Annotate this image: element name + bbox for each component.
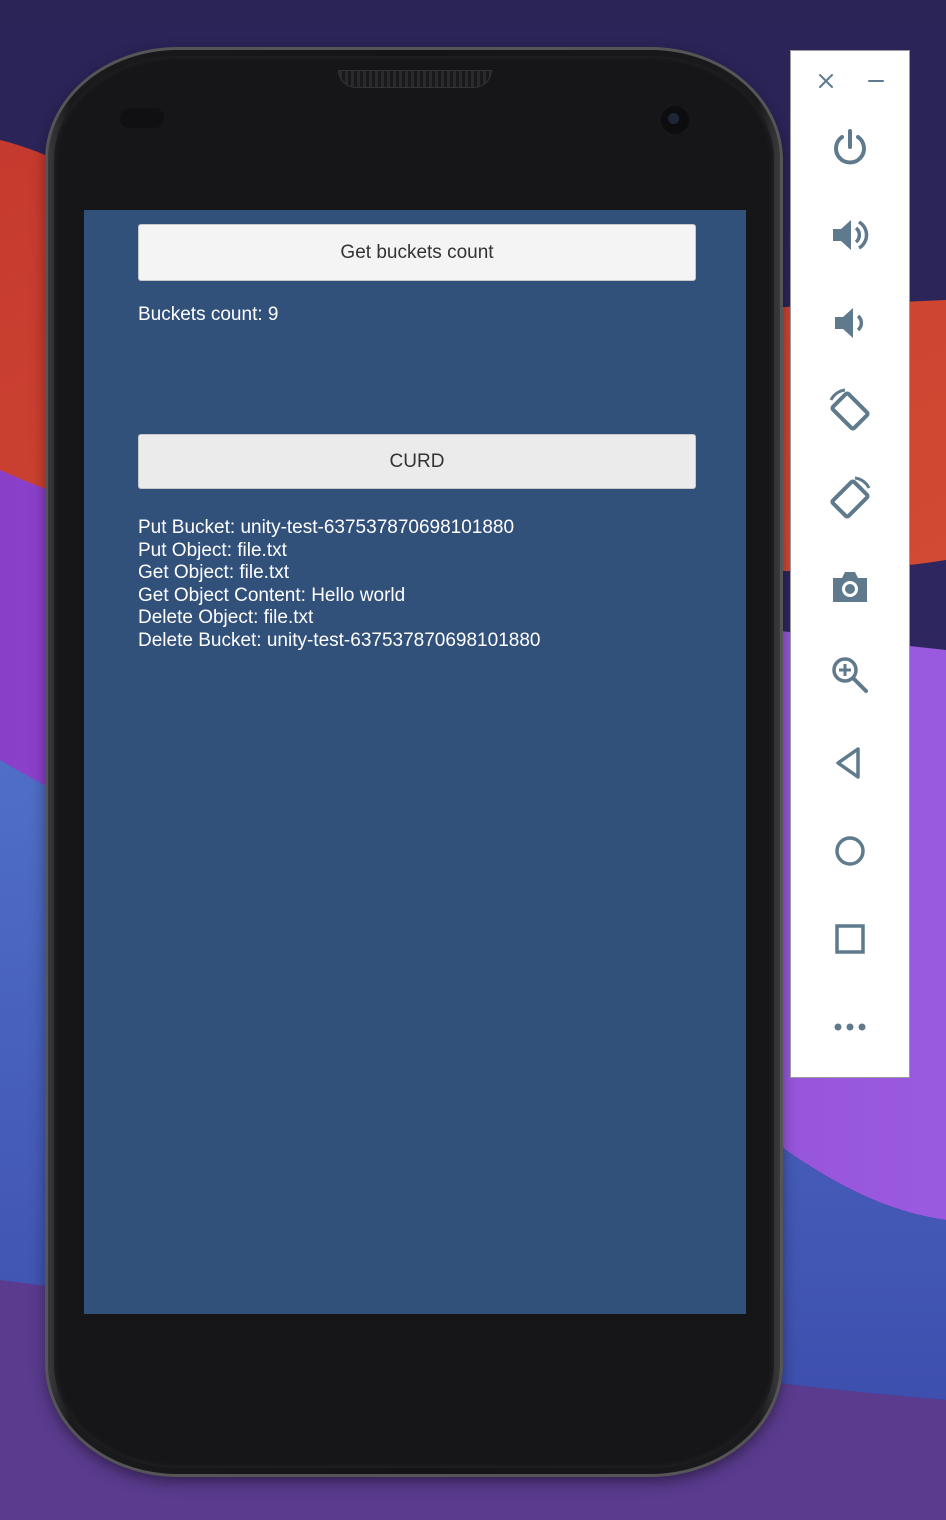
- zoom-icon[interactable]: [821, 646, 879, 704]
- phone-speaker: [338, 70, 492, 88]
- back-icon[interactable]: [821, 734, 879, 792]
- rotate-left-icon[interactable]: [821, 382, 879, 440]
- home-icon[interactable]: [821, 822, 879, 880]
- volume-up-icon[interactable]: [821, 206, 879, 264]
- log-line: Get Object Content: Hello world: [138, 584, 406, 606]
- minimize-icon[interactable]: [860, 65, 892, 97]
- curd-button[interactable]: CURD: [138, 434, 696, 489]
- emulator-toolbar: [790, 50, 910, 1078]
- curd-log: Put Bucket: unity-test-63753787069810188…: [138, 517, 540, 652]
- log-line: Delete Bucket: unity-test-63753787069810…: [138, 629, 541, 651]
- curd-button-label: CURD: [389, 450, 445, 472]
- log-line: Put Bucket: unity-test-63753787069810188…: [138, 517, 515, 538]
- phone-screen: Get buckets count Buckets count: 9 CURD …: [84, 210, 746, 1314]
- get-buckets-count-label: Get buckets count: [340, 241, 494, 263]
- camera-icon[interactable]: [821, 558, 879, 616]
- buckets-count-text: Buckets count: 9: [138, 304, 279, 325]
- power-icon[interactable]: [821, 118, 879, 176]
- log-line: Get Object: file.txt: [138, 562, 289, 583]
- rotate-right-icon[interactable]: [821, 470, 879, 528]
- phone-sensor: [120, 108, 164, 128]
- overview-icon[interactable]: [821, 910, 879, 968]
- volume-down-icon[interactable]: [821, 294, 879, 352]
- front-camera: [661, 106, 689, 134]
- close-icon[interactable]: [810, 65, 842, 97]
- get-buckets-count-button[interactable]: Get buckets count: [138, 224, 696, 281]
- log-line: Put Object: file.txt: [138, 539, 287, 561]
- toolbar-window-controls: [791, 65, 909, 97]
- log-line: Delete Object: file.txt: [138, 607, 314, 628]
- more-icon[interactable]: [821, 998, 879, 1056]
